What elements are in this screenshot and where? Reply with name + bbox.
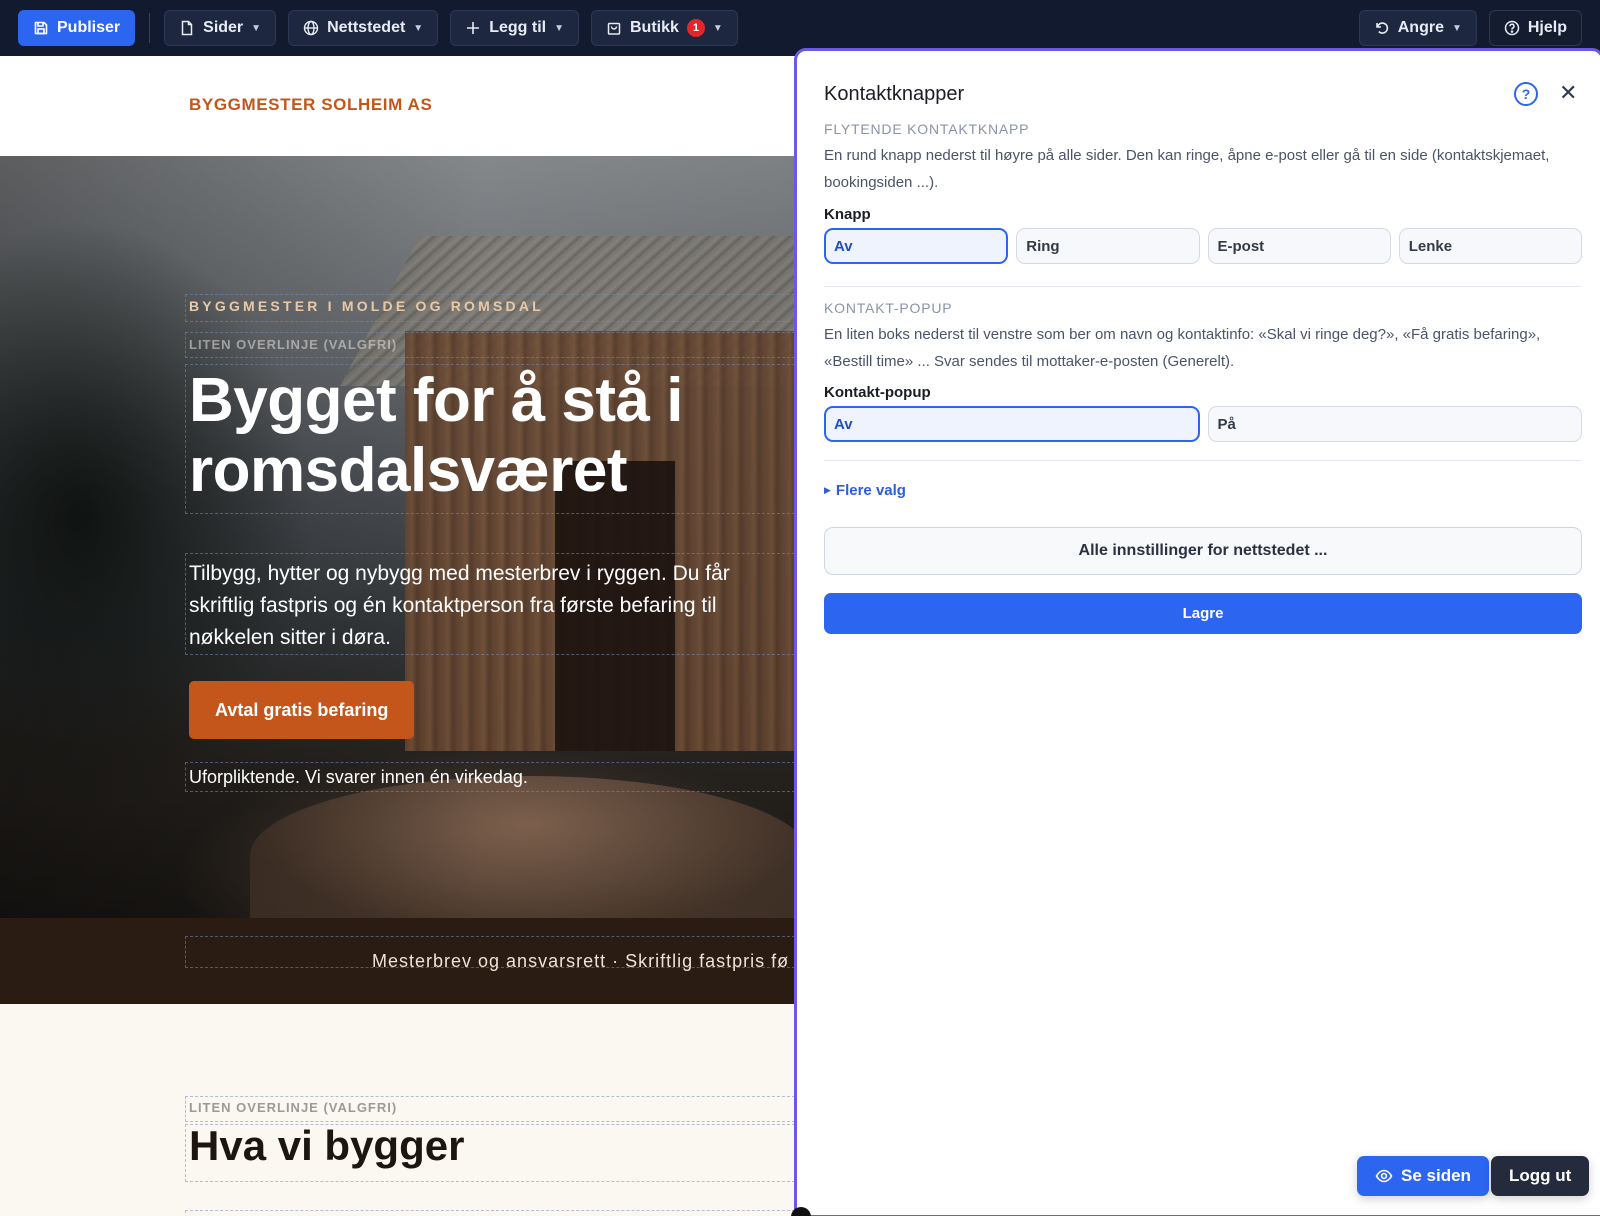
help-button[interactable]: Hjelp [1488,10,1582,46]
site-preview: BYGGMESTER SOLHEIM AS BYGGMESTER I MOLDE… [0,56,800,1216]
publish-button[interactable]: Publiser [18,10,136,46]
services-title[interactable]: Hva vi bygger [189,1122,464,1170]
toolbar-divider [149,13,151,43]
plus-icon [467,22,480,34]
more-options-toggle[interactable]: ▶ Flere valg [824,482,906,499]
disclosure-triangle-icon: ▶ [824,485,831,495]
section-divider [824,460,1582,461]
hero-note[interactable]: Uforpliktende. Vi svarer innen én virked… [189,767,528,788]
all-site-settings-button[interactable]: Alle innstillinger for nettstedet ... [824,527,1582,575]
pages-menu-button[interactable]: Sider ▼ [164,10,277,46]
hero-image-shade [0,156,800,918]
floating-field-label: Knapp [824,206,871,223]
pages-label: Sider [203,19,244,36]
help-icon[interactable]: ? [1514,82,1538,106]
floating-option-call[interactable]: Ring [1016,228,1200,264]
add-menu-button[interactable]: Legg til ▼ [450,10,579,46]
hero-title[interactable]: Bygget for å stå i romsdalsværet [189,366,789,506]
site-header: BYGGMESTER SOLHEIM AS [0,56,800,156]
usp-ticker-text[interactable]: Mesterbrev og ansvarsrett · Skriftlig fa… [372,951,789,972]
popup-field-label: Kontakt-popup [824,384,931,401]
hero-overline-placeholder[interactable]: LITEN OVERLINJE (VALGFRI) [189,337,397,352]
undo-icon [1375,22,1388,34]
shopping-bag-icon [607,22,621,35]
hero-section: BYGGMESTER I MOLDE OG ROMSDAL LITEN OVER… [0,156,800,918]
hero-eyebrow[interactable]: BYGGMESTER I MOLDE OG ROMSDAL [189,298,544,314]
floating-section-title: FLYTENDE KONTAKTKNAPP [824,121,1030,137]
floating-description: En rund knapp nederst til høyre på alle … [824,147,1550,191]
undo-button[interactable]: Angre ▼ [1358,10,1477,46]
chevron-down-icon: ▼ [712,22,723,34]
save-button[interactable]: Lagre [824,593,1582,634]
eye-icon [1375,1169,1393,1183]
file-icon [181,20,193,36]
popup-section-title: KONTAKT-POPUP [824,300,953,316]
site-label: Nettstedet [327,19,406,36]
help-label: Hjelp [1527,19,1567,36]
popup-option-off[interactable]: Av [824,406,1200,442]
shop-count-badge: 1 [686,19,705,37]
floating-option-email[interactable]: E-post [1207,228,1391,264]
contact-buttons-panel: Kontaktknapper ? ✕ FLYTENDE KONTAKTKNAPP… [794,48,1600,1216]
chevron-down-icon: ▼ [554,22,564,34]
view-site-label: Se siden [1401,1166,1471,1185]
help-circle-icon [1504,20,1520,36]
add-label: Legg til [489,19,547,36]
site-brand[interactable]: BYGGMESTER SOLHEIM AS [189,95,432,115]
popup-option-on[interactable]: På [1207,406,1582,442]
more-options-label: Flere valg [835,482,906,499]
popup-description: En liten boks nederst til venstre som be… [824,326,1541,370]
view-site-button[interactable]: Se siden [1357,1156,1489,1196]
logout-label: Logg ut [1509,1166,1572,1185]
chevron-down-icon: ▼ [251,22,262,34]
floating-button-selector: Av Ring E-post Lenke [824,228,1582,264]
site-menu-button[interactable]: Nettstedet ▼ [288,10,439,46]
toolbar-right-group: Angre ▼ Hjelp [1358,10,1582,46]
floating-option-off[interactable]: Av [824,228,1009,264]
hero-cta-button[interactable]: Avtal gratis befaring [189,681,415,739]
publish-label: Publiser [57,19,121,36]
usp-ticker: Mesterbrev og ansvarsrett · Skriftlig fa… [0,918,800,1004]
close-icon[interactable]: ✕ [1559,79,1577,107]
services-overline-placeholder[interactable]: LITEN OVERLINJE (VALGFRI) [189,1100,397,1115]
hero-subtitle[interactable]: Tilbygg, hytter og nybygg med mesterbrev… [189,558,769,654]
popup-selector: Av På [824,406,1582,442]
shop-menu-button[interactable]: Butikk 1 ▼ [591,10,738,46]
save-icon [34,21,48,35]
undo-label: Angre [1397,19,1444,36]
section-divider [824,286,1582,287]
globe-icon [303,20,319,36]
logout-button[interactable]: Logg ut [1491,1156,1590,1196]
chevron-down-icon: ▼ [1451,22,1462,34]
panel-title: Kontaktknapper [824,83,965,105]
services-section: LITEN OVERLINJE (VALGFRI) Hva vi bygger [0,1004,800,1216]
editable-outline [185,1210,800,1216]
shop-label: Butikk [630,19,679,36]
floating-option-link[interactable]: Lenke [1398,228,1582,264]
chevron-down-icon: ▼ [413,22,424,34]
